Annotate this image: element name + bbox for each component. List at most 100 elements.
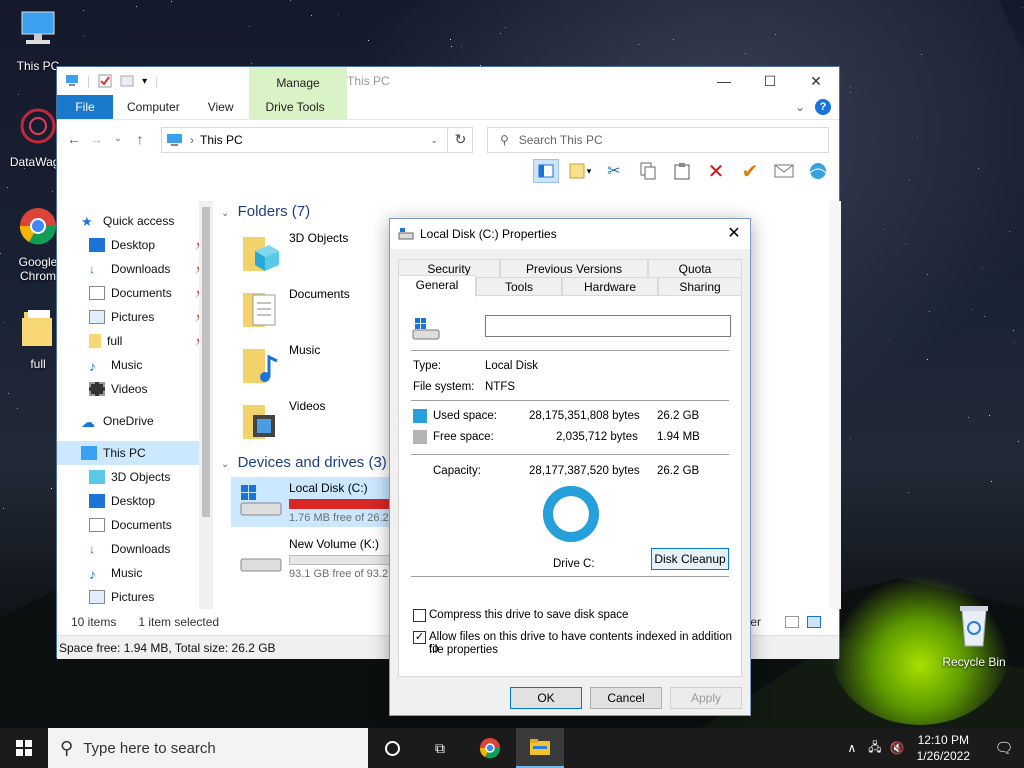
datawago-icon bbox=[20, 108, 56, 144]
star bbox=[51, 488, 52, 489]
nav-pc-documents[interactable]: Documents bbox=[57, 513, 213, 537]
preview-pane-icon[interactable] bbox=[533, 159, 559, 183]
folder-music[interactable]: Music bbox=[241, 343, 320, 387]
clock[interactable]: 12:10 PM 1/26/2022 bbox=[917, 732, 970, 764]
cortana-button[interactable] bbox=[376, 728, 408, 768]
address-bar[interactable]: › This PC ⌄ bbox=[161, 127, 473, 153]
start-button[interactable] bbox=[0, 728, 48, 768]
disk-cleanup-button[interactable]: Disk Cleanup bbox=[651, 548, 729, 570]
tab-previous-versions[interactable]: Previous Versions bbox=[500, 259, 648, 277]
network-globe-icon[interactable] bbox=[805, 159, 831, 183]
recent-locations-icon[interactable]: ⌄ bbox=[107, 133, 129, 144]
drive-new-volume-k[interactable]: New Volume (K:) 93.1 GB free of 93.2 bbox=[231, 533, 399, 583]
status-item-count: 10 items bbox=[71, 615, 117, 629]
address-dropdown-icon[interactable]: ⌄ bbox=[430, 135, 438, 146]
taskbar-file-explorer[interactable] bbox=[516, 728, 564, 768]
nav-3d-objects[interactable]: 3D Objects bbox=[57, 465, 213, 489]
manage-tab[interactable]: Manage bbox=[249, 76, 347, 90]
desktop-icon-recycle-bin[interactable]: Recycle Bin bbox=[936, 600, 1012, 669]
divider bbox=[411, 350, 729, 351]
help-icon[interactable]: ? bbox=[815, 99, 831, 115]
delete-icon[interactable]: ✕ bbox=[703, 159, 729, 183]
nav-desktop[interactable]: Desktop📌 bbox=[57, 233, 213, 257]
folder-3d-objects[interactable]: 3D Objects bbox=[241, 231, 348, 275]
details-view-icon[interactable] bbox=[785, 616, 799, 628]
capacity-label: Capacity: bbox=[433, 465, 481, 477]
nav-documents[interactable]: Documents📌 bbox=[57, 281, 213, 305]
breadcrumb-this-pc[interactable]: This PC bbox=[200, 133, 243, 147]
maximize-button[interactable]: ☐ bbox=[747, 67, 793, 95]
nav-pc-pictures[interactable]: Pictures bbox=[57, 585, 213, 609]
compress-checkbox[interactable] bbox=[413, 609, 426, 622]
expand-ribbon-icon[interactable]: ⌄ bbox=[795, 100, 805, 114]
taskbar-search-box[interactable]: ⚲ Type here to search bbox=[48, 728, 368, 768]
nav-scrollbar-thumb[interactable] bbox=[202, 207, 210, 517]
nav-full[interactable]: full📌 bbox=[57, 329, 213, 353]
nav-label: Desktop bbox=[111, 238, 156, 252]
view-options-icon[interactable]: ▾ bbox=[567, 159, 593, 183]
nav-this-pc[interactable]: This PC bbox=[57, 441, 213, 465]
drive-icon bbox=[398, 228, 414, 240]
nav-videos[interactable]: Videos bbox=[57, 377, 213, 401]
tab-tools[interactable]: Tools bbox=[476, 277, 562, 295]
star bbox=[18, 94, 19, 95]
tab-quota[interactable]: Quota bbox=[648, 259, 742, 277]
nav-pc-downloads[interactable]: ↓ Downloads bbox=[57, 537, 213, 561]
forward-arrow-icon[interactable]: → bbox=[85, 131, 107, 147]
ok-button[interactable]: OK bbox=[510, 687, 582, 709]
tab-sharing[interactable]: Sharing bbox=[658, 277, 742, 295]
tab-file[interactable]: File bbox=[57, 95, 113, 119]
large-icons-view-icon[interactable] bbox=[807, 616, 821, 628]
tray-overflow-icon[interactable]: ∧ bbox=[847, 741, 856, 755]
star bbox=[251, 63, 252, 64]
back-arrow-icon[interactable]: ← bbox=[63, 131, 85, 147]
nav-label: OneDrive bbox=[103, 414, 154, 428]
nav-pictures[interactable]: Pictures📌 bbox=[57, 305, 213, 329]
network-icon[interactable]: 🖧 bbox=[868, 738, 881, 759]
nav-onedrive[interactable]: ☁ OneDrive bbox=[57, 409, 213, 433]
tab-computer[interactable]: Computer bbox=[113, 95, 194, 119]
rename-icon[interactable]: ✔ bbox=[737, 159, 763, 183]
taskbar-chrome[interactable] bbox=[472, 728, 508, 768]
documents-folder-icon bbox=[243, 293, 276, 327]
cut-icon[interactable]: ✂ bbox=[601, 159, 627, 183]
star bbox=[8, 393, 9, 394]
drive-local-disk-c[interactable]: Local Disk (C:) 1.76 MB free of 26.2 bbox=[231, 477, 399, 527]
search-box[interactable]: ⚲ Search This PC bbox=[487, 127, 829, 153]
tab-hardware[interactable]: Hardware bbox=[562, 277, 658, 295]
nav-downloads[interactable]: ↓Downloads📌 bbox=[57, 257, 213, 281]
email-icon[interactable] bbox=[771, 159, 797, 183]
folder-videos[interactable]: Videos bbox=[241, 399, 325, 443]
tab-view[interactable]: View bbox=[194, 95, 248, 119]
tab-general[interactable]: General bbox=[398, 275, 476, 297]
dialog-close-button[interactable]: ✕ bbox=[718, 219, 750, 249]
tab-drive-tools[interactable]: Drive Tools bbox=[251, 95, 338, 119]
volume-muted-icon[interactable]: 🔇 bbox=[890, 741, 905, 755]
customize-qat-icon[interactable]: ▾ bbox=[142, 76, 147, 87]
star bbox=[927, 359, 928, 360]
desktop-icon-this-pc[interactable]: This PC bbox=[0, 8, 76, 73]
folder-documents[interactable]: Documents bbox=[241, 287, 350, 331]
nav-quick-access[interactable]: ★ Quick access bbox=[57, 209, 213, 233]
refresh-icon[interactable]: ↻ bbox=[447, 127, 473, 153]
index-checkbox[interactable]: ✓ bbox=[413, 631, 426, 644]
paste-icon[interactable] bbox=[669, 159, 695, 183]
notifications-icon[interactable]: 🗨 bbox=[984, 728, 1024, 768]
new-folder-icon[interactable] bbox=[120, 74, 134, 88]
task-view-icon[interactable]: ⧉ bbox=[424, 728, 456, 768]
star bbox=[850, 92, 851, 93]
close-button[interactable]: ✕ bbox=[793, 67, 839, 95]
volume-label-input[interactable] bbox=[485, 315, 731, 337]
nav-music[interactable]: ♪ Music bbox=[57, 353, 213, 377]
content-scrollbar[interactable] bbox=[829, 201, 841, 609]
nav-pc-music[interactable]: ♪ Music bbox=[57, 561, 213, 585]
used-space-size: 26.2 GB bbox=[657, 410, 700, 422]
up-arrow-icon[interactable]: ↑ bbox=[129, 131, 151, 147]
cancel-button[interactable]: Cancel bbox=[590, 687, 662, 709]
star bbox=[83, 10, 84, 11]
properties-icon[interactable] bbox=[98, 74, 112, 88]
nav-pc-desktop[interactable]: Desktop bbox=[57, 489, 213, 513]
minimize-button[interactable]: — bbox=[701, 67, 747, 95]
copy-icon[interactable] bbox=[635, 159, 661, 183]
apply-button[interactable]: Apply bbox=[670, 687, 742, 709]
